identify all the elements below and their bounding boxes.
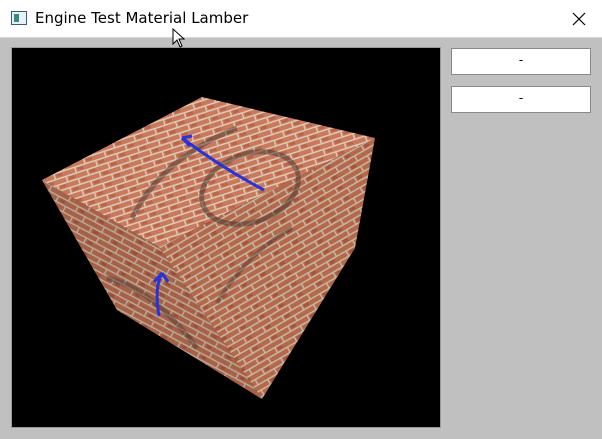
window-app-icon [11, 11, 27, 25]
app-window: Engine Test Material Lamber - - [0, 0, 602, 439]
close-button[interactable] [556, 0, 602, 37]
render-viewport[interactable] [11, 47, 441, 428]
window-title: Engine Test Material Lamber [35, 9, 249, 27]
side-button-1[interactable]: - [451, 48, 591, 75]
brick-cube-render [42, 97, 375, 399]
close-icon [572, 12, 586, 25]
side-button-2[interactable]: - [451, 86, 591, 113]
title-bar[interactable]: Engine Test Material Lamber [0, 0, 602, 38]
